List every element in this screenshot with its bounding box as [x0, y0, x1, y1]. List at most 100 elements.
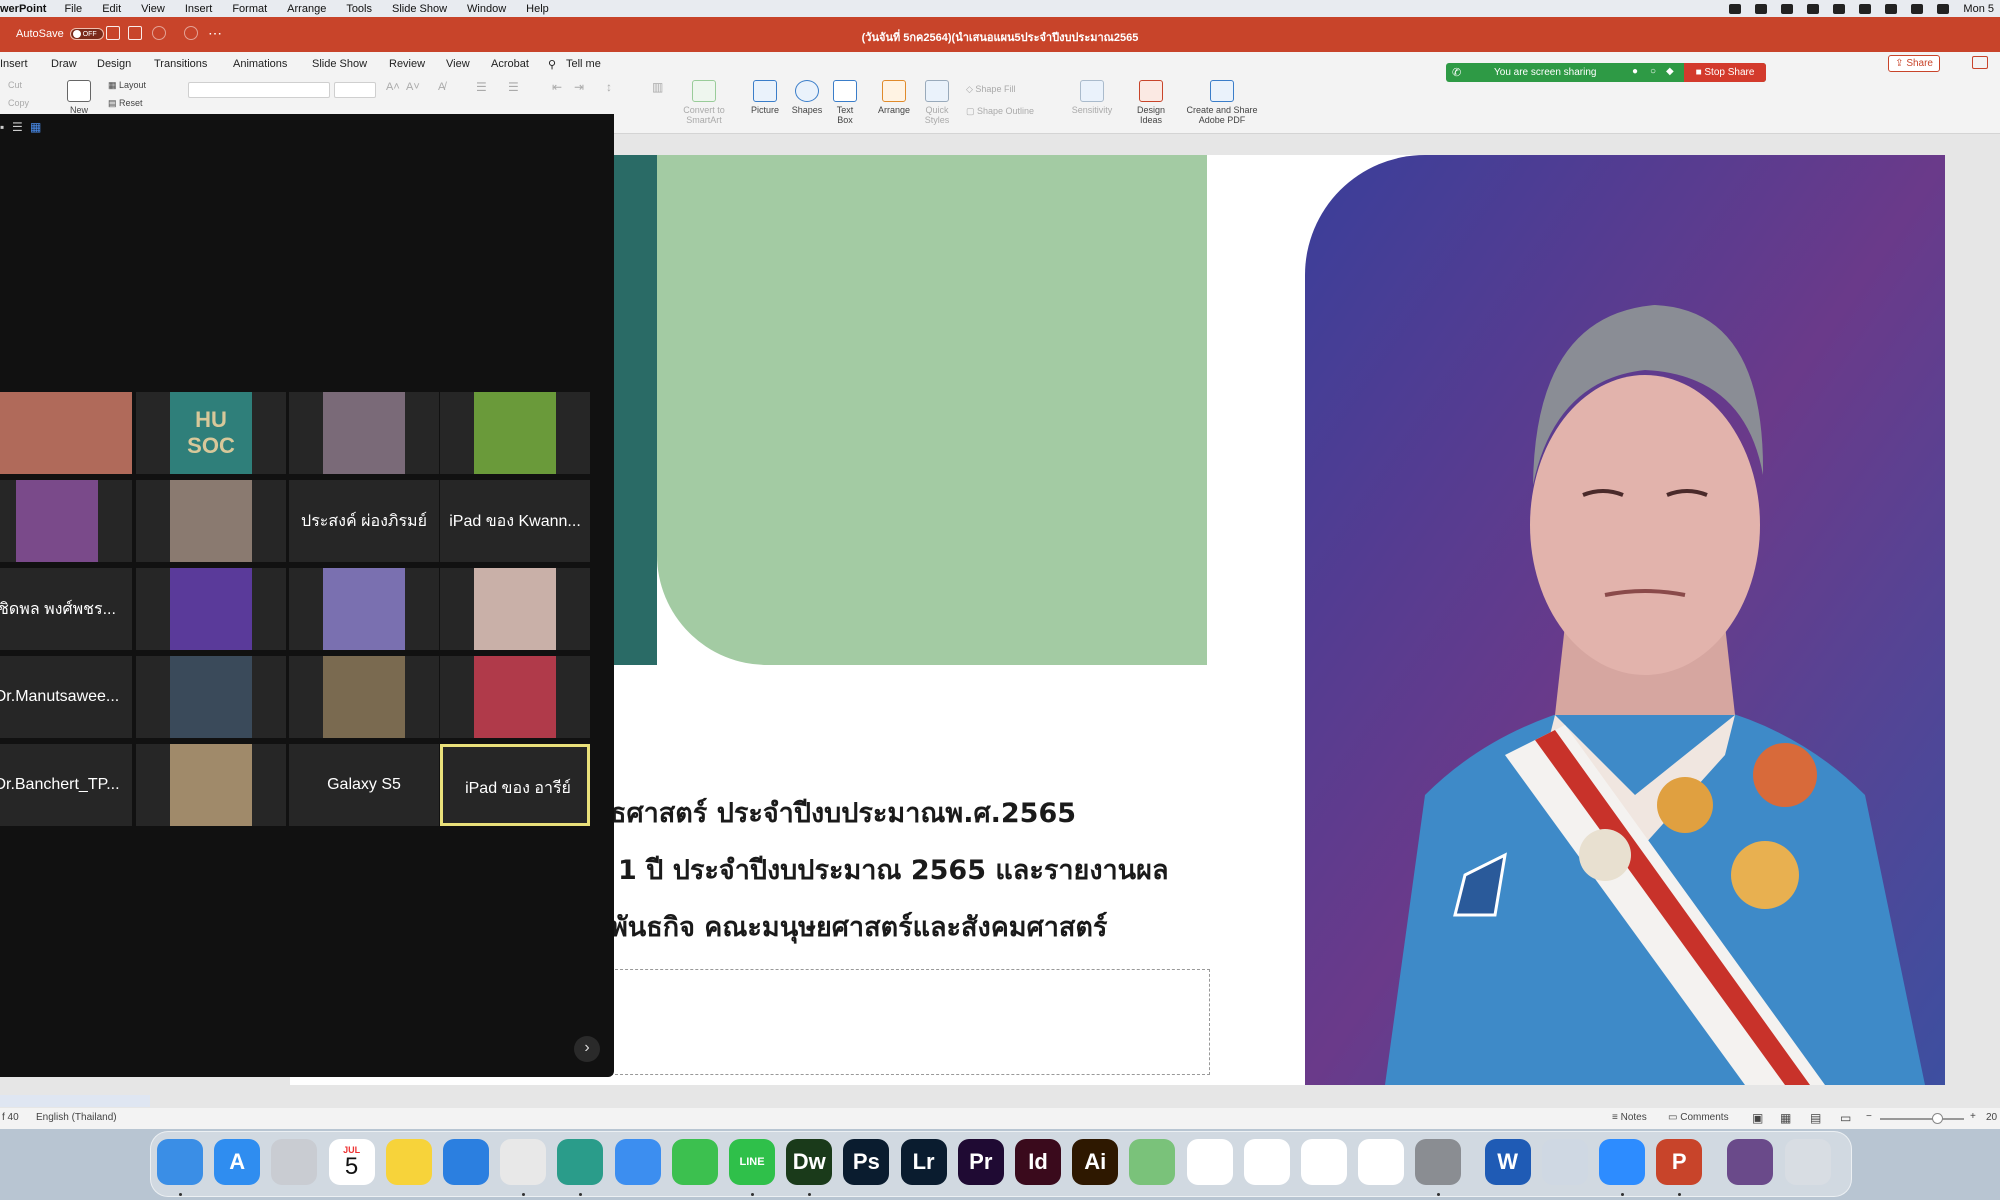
participant-tile[interactable]	[0, 480, 132, 562]
slideshow-view-icon[interactable]: ▭	[1840, 1111, 1851, 1125]
comments-icon[interactable]	[1972, 56, 1988, 69]
menu-format[interactable]: Format	[232, 3, 267, 15]
cut-button[interactable]: Cut	[8, 80, 22, 90]
control-center-icon[interactable]	[1911, 3, 1924, 14]
tab-review[interactable]: Review	[389, 58, 425, 70]
participant-tile[interactable]: HU SOC	[136, 392, 286, 474]
zoom-slider-knob[interactable]	[1932, 1113, 1943, 1124]
participant-tile[interactable]: Dr.Manutsawee...	[0, 656, 132, 738]
dreamweaver-icon[interactable]: Dw	[786, 1139, 833, 1185]
tab-animations[interactable]: Animations	[233, 58, 287, 70]
keynote-icon[interactable]	[1301, 1139, 1347, 1185]
indent-icon[interactable]: ⇤	[552, 81, 562, 93]
spotlight-search-icon[interactable]	[1885, 3, 1898, 14]
notes-button[interactable]: ≡ Notes	[1612, 1112, 1647, 1123]
empty-placeholder[interactable]	[610, 969, 1210, 1075]
font-size-field[interactable]	[334, 82, 376, 98]
zoom-icon[interactable]	[1599, 1139, 1645, 1185]
tab-insert[interactable]: Insert	[0, 58, 28, 70]
participant-tile[interactable]	[440, 568, 590, 650]
bullets-icon[interactable]: ☰	[476, 81, 487, 93]
menu-tools[interactable]: Tools	[346, 3, 372, 15]
lightroom-icon[interactable]: Lr	[900, 1139, 947, 1185]
zoom-gallery-window[interactable]: ▪ ☰ ▦ HU SOC ประสงค์ ผ่องภิรมย์ iPad ของ K…	[0, 114, 614, 1077]
participant-tile[interactable]: ชิดพล พงศ์พชร...	[0, 568, 132, 650]
document-icon[interactable]	[1727, 1139, 1774, 1185]
pause-icon[interactable]: ○	[1650, 66, 1656, 77]
mail-icon[interactable]	[614, 1139, 661, 1185]
zoom-slider[interactable]	[1880, 1113, 1964, 1124]
tab-draw[interactable]: Draw	[51, 58, 77, 70]
facetime-icon[interactable]	[671, 1139, 718, 1185]
clear-format-icon[interactable]: A̸	[438, 82, 445, 93]
stop-share-button[interactable]: ■ Stop Share	[1684, 63, 1766, 82]
participant-tile[interactable]	[136, 656, 286, 738]
powerpoint-icon[interactable]: P	[1656, 1139, 1703, 1185]
design-ideas-button[interactable]: Design Ideas	[1134, 80, 1168, 125]
participant-tile[interactable]	[289, 656, 439, 738]
speaker-view-icon[interactable]: ▪	[0, 120, 4, 134]
zoom-out-icon[interactable]: −	[1866, 1111, 1872, 1122]
zoom-in-icon[interactable]: +	[1970, 1111, 1976, 1122]
pages-icon[interactable]	[1358, 1139, 1405, 1185]
finder-icon[interactable]	[157, 1139, 203, 1185]
menu-insert[interactable]: Insert	[185, 3, 213, 15]
tab-acrobat[interactable]: Acrobat	[491, 58, 529, 70]
participant-tile[interactable]: Dr.Banchert_TP...	[0, 744, 132, 826]
tab-view[interactable]: View	[446, 58, 470, 70]
line-icon[interactable]: LINE	[729, 1139, 775, 1185]
wifi-icon[interactable]	[1859, 3, 1872, 14]
participant-tile[interactable]: ประสงค์ ผ่องภิรมย์	[289, 480, 439, 562]
shape-fill-button[interactable]: ◇ Shape Fill	[966, 84, 1015, 94]
language-indicator[interactable]: English (Thailand)	[36, 1112, 117, 1123]
menu-slide-show[interactable]: Slide Show	[392, 3, 447, 15]
photos-icon[interactable]	[1186, 1139, 1233, 1185]
participant-tile[interactable]	[0, 392, 132, 474]
arrange-button[interactable]: Arrange	[876, 80, 912, 115]
illustrator-icon[interactable]: Ai	[1072, 1139, 1119, 1185]
comments-button[interactable]: ▭ Comments	[1668, 1112, 1729, 1123]
tab-design[interactable]: Design	[97, 58, 131, 70]
app-menu[interactable]: werPoint	[0, 3, 46, 15]
photoshop-icon[interactable]: Ps	[843, 1139, 890, 1185]
menubar-clock[interactable]: Mon 5	[1963, 3, 1994, 15]
create-pdf-button[interactable]: Create and Share Adobe PDF	[1182, 80, 1262, 125]
shapes-button[interactable]: Shapes	[790, 80, 824, 115]
copy-button[interactable]: Copy	[8, 98, 29, 108]
creative-cloud-icon[interactable]	[1807, 3, 1820, 14]
trash-icon[interactable]	[1784, 1139, 1831, 1185]
maps-icon[interactable]	[1129, 1139, 1176, 1185]
font-name-field[interactable]	[188, 82, 330, 98]
app-store-icon[interactable]: A	[214, 1139, 261, 1185]
share-button[interactable]: ⇪ Share	[1888, 55, 1940, 72]
participant-tile[interactable]	[289, 568, 439, 650]
preview-icon[interactable]	[1541, 1139, 1588, 1185]
battery-icon[interactable]	[1833, 3, 1846, 14]
gallery-view-icon[interactable]: ▦	[30, 120, 41, 134]
menu-view[interactable]: View	[141, 3, 165, 15]
line-spacing-icon[interactable]: ↕	[606, 81, 612, 93]
launchpad-icon[interactable]	[271, 1139, 318, 1185]
screen-sharing-bar[interactable]: ✆ You are screen sharing ● ○ ◆ ■ Stop Sh…	[1446, 63, 1766, 82]
calendar-icon[interactable]: JUL 5	[328, 1139, 375, 1185]
premiere-icon[interactable]: Pr	[957, 1139, 1004, 1185]
participant-tile[interactable]	[440, 656, 590, 738]
word-icon[interactable]: W	[1484, 1139, 1531, 1185]
tell-me-icon[interactable]: ⚲	[548, 58, 556, 71]
chrome-icon[interactable]	[500, 1139, 547, 1185]
layout-button[interactable]: ▦ Layout	[108, 80, 146, 90]
shape-outline-button[interactable]: ▢ Shape Outline	[966, 106, 1034, 116]
mic-icon[interactable]: ●	[1632, 66, 1638, 77]
siri-icon[interactable]	[1937, 3, 1950, 14]
convert-smartart-button[interactable]: Convert to SmartArt	[680, 80, 728, 125]
indesign-icon[interactable]: Id	[1015, 1139, 1061, 1185]
shield-icon[interactable]: ◆	[1666, 66, 1674, 77]
participant-tile[interactable]: iPad ของ Kwann...	[440, 480, 590, 562]
zoom-status-icon[interactable]	[1729, 3, 1742, 14]
numbers-icon[interactable]	[1243, 1139, 1290, 1185]
quick-styles-button[interactable]: Quick Styles	[920, 80, 954, 125]
tab-slide-show[interactable]: Slide Show	[312, 58, 367, 70]
participant-tile[interactable]	[440, 392, 590, 474]
increase-font-icon[interactable]: A˄	[386, 82, 400, 93]
reading-view-icon[interactable]: ▤	[1810, 1111, 1821, 1125]
